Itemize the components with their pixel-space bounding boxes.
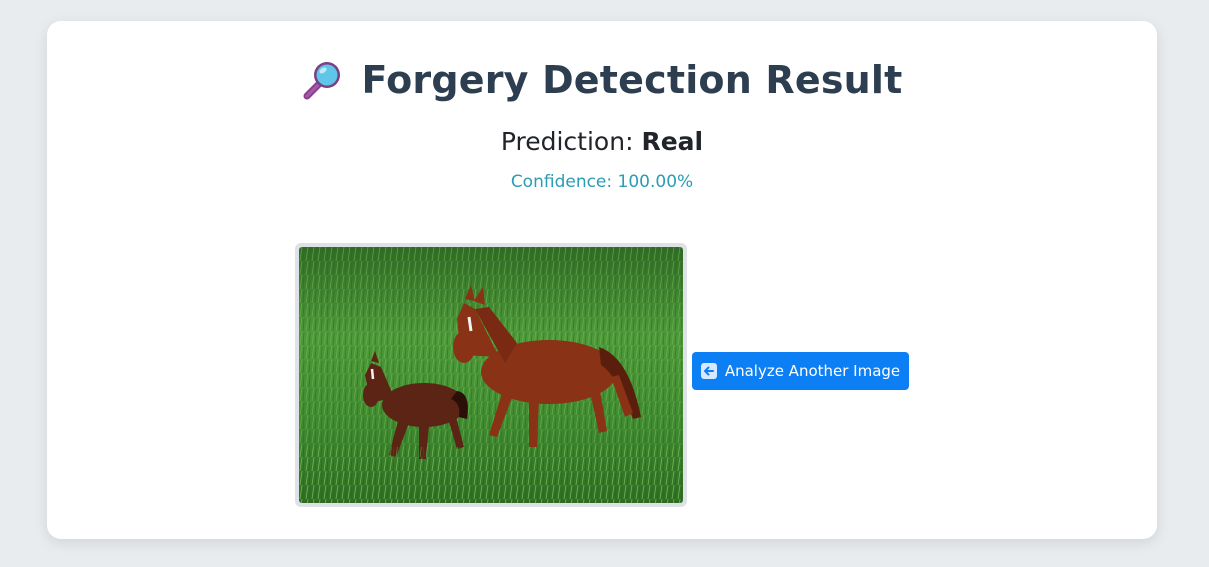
page-title-row: Forgery Detection Result bbox=[47, 57, 1157, 103]
prediction-line: Prediction: Real bbox=[47, 127, 1157, 156]
prediction-label: Prediction: bbox=[500, 127, 634, 156]
left-arrow-icon bbox=[700, 363, 717, 379]
magnifier-icon bbox=[301, 58, 345, 102]
analyze-button-label: Analyze Another Image bbox=[724, 362, 901, 380]
analyze-another-image-button[interactable]: Analyze Another Image bbox=[692, 352, 909, 390]
analyzed-image-frame bbox=[295, 243, 687, 507]
page-title: Forgery Detection Result bbox=[361, 58, 903, 102]
result-card: Forgery Detection Result Prediction: Rea… bbox=[47, 21, 1157, 539]
prediction-value: Real bbox=[641, 127, 704, 156]
confidence-text: Confidence: 100.00% bbox=[510, 172, 694, 192]
analyzed-image bbox=[299, 247, 683, 503]
